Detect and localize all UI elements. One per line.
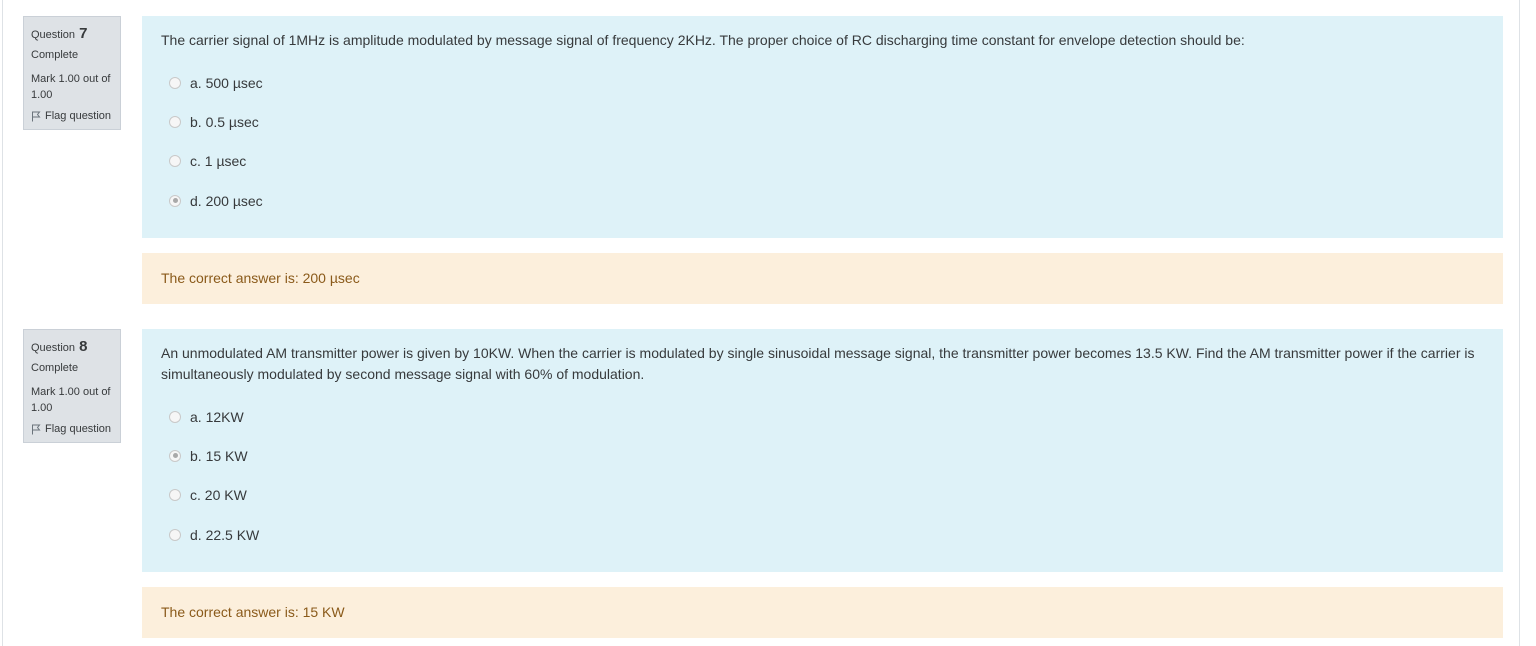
answer-option-b[interactable]: b. 15 KW: [161, 436, 1484, 475]
answer-option-d[interactable]: d. 22.5 KW: [161, 515, 1484, 554]
flag-question-link[interactable]: Flag question: [31, 422, 113, 436]
option-label: b. 0.5 µsec: [190, 113, 259, 130]
answer-options: a. 500 µsec b. 0.5 µsec c. 1 µsec d. 200…: [161, 63, 1484, 220]
question-content: The carrier signal of 1MHz is amplitude …: [142, 16, 1503, 238]
correct-answer-feedback: The correct answer is: 200 µsec: [142, 253, 1503, 304]
answer-options: a. 12KW b. 15 KW c. 20 KW d. 22.5 KW: [161, 397, 1484, 554]
option-label: c. 20 KW: [190, 487, 247, 504]
question-number: 7: [79, 25, 88, 42]
answer-option-a[interactable]: a. 500 µsec: [161, 63, 1484, 102]
flag-icon: [32, 111, 41, 121]
answer-option-c[interactable]: c. 1 µsec: [161, 142, 1484, 181]
flag-icon: [32, 424, 41, 434]
question-grade: Mark 1.00 out of 1.00: [31, 73, 111, 101]
flag-question-label: Flag question: [45, 423, 112, 435]
quiz-review-page: Question 7 Complete Mark 1.00 out of 1.0…: [2, 0, 1520, 646]
question-content: An unmodulated AM transmitter power is g…: [142, 329, 1503, 572]
answer-option-a[interactable]: a. 12KW: [161, 397, 1484, 436]
answer-option-b[interactable]: b. 0.5 µsec: [161, 102, 1484, 141]
question-number: 8: [79, 338, 88, 355]
correct-answer-feedback: The correct answer is: 15 KW: [142, 587, 1503, 638]
question-info: Question 7 Complete Mark 1.00 out of 1.0…: [23, 16, 121, 130]
option-label: c. 1 µsec: [190, 153, 247, 170]
flag-question-link[interactable]: Flag question: [31, 109, 113, 123]
flag-question-label: Flag question: [45, 110, 112, 122]
question-state: Complete: [31, 49, 79, 61]
radio-button[interactable]: [169, 410, 181, 423]
radio-button-selected[interactable]: [169, 449, 181, 462]
radio-button[interactable]: [169, 155, 181, 168]
option-label: d. 200 µsec: [190, 192, 263, 209]
option-label: d. 22.5 KW: [190, 526, 260, 543]
question-label: Question: [31, 29, 76, 41]
question-info: Question 8 Complete Mark 1.00 out of 1.0…: [23, 329, 121, 443]
radio-button[interactable]: [169, 76, 181, 89]
question-text: The carrier signal of 1MHz is amplitude …: [161, 32, 1245, 48]
radio-button-selected[interactable]: [169, 194, 181, 207]
option-label: a. 12KW: [190, 408, 244, 425]
radio-button[interactable]: [169, 489, 181, 502]
radio-button[interactable]: [169, 528, 181, 541]
radio-button[interactable]: [169, 115, 181, 128]
answer-option-c[interactable]: c. 20 KW: [161, 476, 1484, 515]
question-grade: Mark 1.00 out of 1.00: [31, 386, 111, 414]
question-label: Question: [31, 342, 76, 354]
question-state: Complete: [31, 362, 79, 374]
option-label: a. 500 µsec: [190, 74, 263, 91]
question-text: An unmodulated AM transmitter power is g…: [161, 345, 1475, 382]
option-label: b. 15 KW: [190, 447, 248, 464]
answer-option-d[interactable]: d. 200 µsec: [161, 181, 1484, 220]
